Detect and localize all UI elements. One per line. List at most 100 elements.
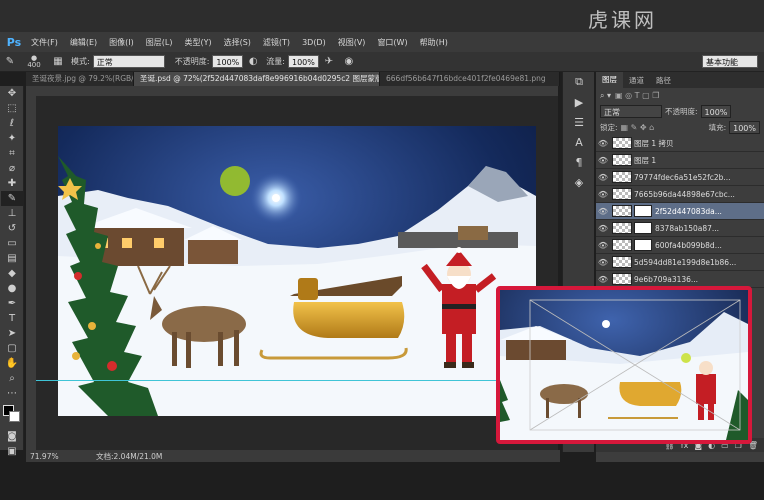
opacity-input[interactable]: 100% xyxy=(212,55,244,68)
path-select-icon[interactable]: ➤ xyxy=(1,326,23,341)
layer-thumbnail[interactable] xyxy=(612,256,632,268)
visibility-eye-icon[interactable]: 👁 xyxy=(596,190,610,199)
layer-thumbnail[interactable] xyxy=(612,171,632,183)
layer-thumbnail[interactable] xyxy=(612,273,632,285)
visibility-eye-icon[interactable]: 👁 xyxy=(596,275,610,284)
layer-name[interactable]: 9e6b709a3136... xyxy=(634,275,698,284)
color-swatches[interactable] xyxy=(0,403,23,429)
menu-file[interactable]: 文件(F) xyxy=(25,37,64,48)
layer-row[interactable]: 👁 2f52d447083da... xyxy=(596,203,764,220)
tab-layers[interactable]: 图层 xyxy=(596,72,623,88)
layer-name[interactable]: 图层 1 拷贝 xyxy=(634,138,674,149)
layer-opacity-input[interactable]: 100% xyxy=(700,104,732,118)
layer-name[interactable]: 5d594dd81e199d8e1b86... xyxy=(634,258,736,267)
mode-select[interactable]: 正常 xyxy=(92,55,165,68)
background-color[interactable] xyxy=(9,411,20,422)
lasso-tool-icon[interactable]: ℓ xyxy=(1,116,23,131)
visibility-eye-icon[interactable]: 👁 xyxy=(596,241,610,250)
menu-view[interactable]: 视图(V) xyxy=(332,37,372,48)
screen-mode-icon[interactable]: ▣ xyxy=(1,444,23,459)
menu-layer[interactable]: 图层(L) xyxy=(140,37,179,48)
layer-name[interactable]: 图层 1 xyxy=(634,155,656,166)
menu-window[interactable]: 窗口(W) xyxy=(371,37,413,48)
3d-panel-icon[interactable]: ◈ xyxy=(563,172,595,192)
tab-night-scene[interactable]: 圣诞夜景.jpg @ 79.2%(RGB/... xyxy=(26,72,134,86)
layer-mask-thumbnail[interactable] xyxy=(634,205,652,217)
visibility-eye-icon[interactable]: 👁 xyxy=(596,139,610,148)
layer-name[interactable]: 2f52d447083da... xyxy=(655,207,722,216)
brush-tool-icon[interactable]: ✎ xyxy=(3,55,17,69)
properties-panel-icon[interactable]: ☰ xyxy=(563,112,595,132)
quick-mask-icon[interactable]: ◙ xyxy=(1,429,23,444)
paragraph-panel-icon[interactable]: ¶ xyxy=(563,152,595,172)
eyedropper-icon[interactable]: ⌀ xyxy=(1,161,23,176)
filter-kind-icon[interactable]: ⌕ ▾ xyxy=(600,91,611,101)
tab-png[interactable]: 666df56b647f16bdce401f2fe0469e81.png xyxy=(380,72,560,86)
layer-row[interactable]: 👁 8378ab150a87... xyxy=(596,220,764,237)
layer-row[interactable]: 👁 7665b96da44898e67cbc... xyxy=(596,186,764,203)
crop-tool-icon[interactable]: ⌗ xyxy=(1,146,23,161)
menu-image[interactable]: 图像(I) xyxy=(103,37,140,48)
layer-name[interactable]: 7665b96da44898e67cbc... xyxy=(634,190,735,199)
history-brush-icon[interactable]: ↺ xyxy=(1,221,23,236)
visibility-eye-icon[interactable]: 👁 xyxy=(596,156,610,165)
lock-icons[interactable]: ▦ ✎ ✥ ⌂ xyxy=(621,123,655,132)
magic-wand-icon[interactable]: ✦ xyxy=(1,131,23,146)
blur-tool-icon[interactable]: ◆ xyxy=(1,266,23,281)
history-panel-icon[interactable]: ⧉ xyxy=(563,72,595,92)
layer-row[interactable]: 👁 79774fdec6a51e52fc2b... xyxy=(596,169,764,186)
character-panel-icon[interactable]: A xyxy=(563,132,595,152)
dodge-tool-icon[interactable]: ● xyxy=(1,281,23,296)
workspace-select[interactable]: 基本功能 xyxy=(702,55,758,68)
gradient-tool-icon[interactable]: ▤ xyxy=(1,251,23,266)
brush-tool-icon[interactable]: ✎ xyxy=(1,191,23,206)
type-tool-icon[interactable]: T xyxy=(1,311,23,326)
layer-thumbnail[interactable] xyxy=(612,222,632,234)
pressure-size-icon[interactable]: ◉ xyxy=(342,55,356,69)
menu-3d[interactable]: 3D(D) xyxy=(296,38,332,47)
layer-row[interactable]: 👁 600fa4b099b8d... xyxy=(596,237,764,254)
menu-help[interactable]: 帮助(H) xyxy=(414,37,454,48)
move-tool-icon[interactable]: ✥ xyxy=(1,86,23,101)
filter-type-icons[interactable]: ▣ ◎ T ▢ ❐ xyxy=(615,91,659,100)
airbrush-icon[interactable]: ✈ xyxy=(322,55,336,69)
visibility-eye-icon[interactable]: 👁 xyxy=(596,258,610,267)
hand-tool-icon[interactable]: ✋ xyxy=(1,356,23,371)
guide-line[interactable] xyxy=(36,380,558,381)
layer-mask-thumbnail[interactable] xyxy=(634,239,652,251)
marquee-tool-icon[interactable]: ⬚ xyxy=(1,101,23,116)
canvas-area[interactable] xyxy=(36,96,558,452)
healing-brush-icon[interactable]: ✚ xyxy=(1,176,23,191)
layer-row[interactable]: 👁 5d594dd81e199d8e1b86... xyxy=(596,254,764,271)
layer-row[interactable]: 👁 图层 1 拷贝 xyxy=(596,135,764,152)
layer-thumbnail[interactable] xyxy=(612,154,632,166)
layer-row[interactable]: 👁 图层 1 xyxy=(596,152,764,169)
visibility-eye-icon[interactable]: 👁 xyxy=(596,173,610,182)
brush-panel-icon[interactable]: ▦ xyxy=(51,55,65,69)
pressure-opacity-icon[interactable]: ◐ xyxy=(246,55,260,69)
zoom-level[interactable]: 71.97% xyxy=(30,452,66,461)
layer-thumbnail[interactable] xyxy=(612,137,632,149)
menu-select[interactable]: 选择(S) xyxy=(218,37,257,48)
tab-christmas-psd[interactable]: 圣诞.psd @ 72%(2f52d447083daf8e996916b04d0… xyxy=(134,72,380,86)
menu-edit[interactable]: 编辑(E) xyxy=(64,37,103,48)
flow-input[interactable]: 100% xyxy=(287,55,319,68)
layer-thumbnail[interactable] xyxy=(612,205,632,217)
clone-stamp-icon[interactable]: ⊥ xyxy=(1,206,23,221)
pen-tool-icon[interactable]: ✒ xyxy=(1,296,23,311)
layer-thumbnail[interactable] xyxy=(612,239,632,251)
actions-panel-icon[interactable]: ▶ xyxy=(563,92,595,112)
tab-paths[interactable]: 路径 xyxy=(650,75,677,86)
menu-type[interactable]: 类型(Y) xyxy=(178,37,217,48)
christmas-scene-canvas[interactable] xyxy=(58,126,536,416)
layer-name[interactable]: 600fa4b099b8d... xyxy=(655,241,722,250)
brush-preset-icon[interactable]: ● 400 xyxy=(23,54,45,69)
shape-tool-icon[interactable]: ▢ xyxy=(1,341,23,356)
blend-mode-select[interactable]: 正常 xyxy=(600,104,662,118)
zoom-tool-icon[interactable]: ⌕ xyxy=(1,371,23,386)
fill-input[interactable]: 100% xyxy=(729,120,760,134)
layer-name[interactable]: 79774fdec6a51e52fc2b... xyxy=(634,173,731,182)
tab-channels[interactable]: 通道 xyxy=(623,75,650,86)
visibility-eye-icon[interactable]: 👁 xyxy=(596,224,610,233)
more-tools-icon[interactable]: ⋯ xyxy=(1,386,23,401)
